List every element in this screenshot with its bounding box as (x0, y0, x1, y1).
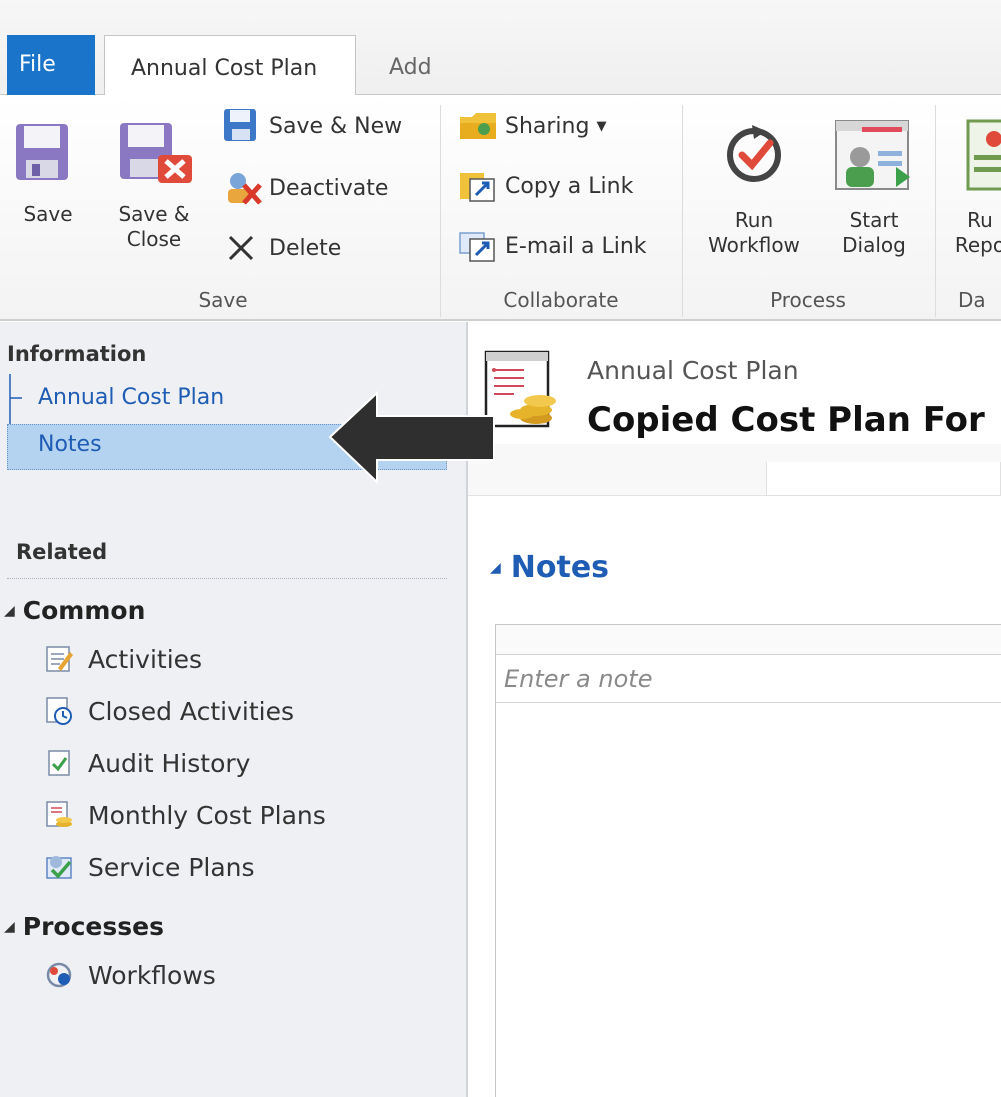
processes-section-label: Processes (22, 912, 164, 941)
nav-item-closed-activities[interactable]: Closed Activities (44, 696, 294, 726)
delete-icon (228, 235, 254, 261)
run-report-label-1: Ru (967, 208, 993, 232)
deactivate-button[interactable]: Deactivate (222, 169, 388, 207)
annotation-arrow-icon (328, 390, 495, 485)
save-close-label-1: Save & (118, 202, 190, 226)
activities-icon (46, 646, 73, 672)
run-workflow-button[interactable]: Run Workflow (692, 115, 816, 265)
save-icon (16, 124, 68, 180)
monthly-cost-plans-label: Monthly Cost Plans (88, 800, 326, 830)
sharing-icon (460, 113, 496, 139)
start-dialog-label-2: Dialog (842, 233, 906, 257)
save-new-label: Save & New (269, 113, 403, 139)
divider (7, 578, 447, 579)
delete-label: Delete (269, 235, 342, 261)
run-report-label-2: Repo (954, 233, 1001, 257)
closed-activities-icon (46, 697, 72, 725)
tab-add[interactable]: Add (389, 55, 432, 80)
email-link-icon (459, 232, 495, 262)
nav-item-service-plans[interactable]: Service Plans (44, 852, 255, 882)
delete-button[interactable]: Delete (222, 229, 341, 267)
service-plans-icon (46, 856, 72, 879)
collapse-triangle-icon: ◢ (4, 602, 15, 619)
ribbon: Save Save & Close Save & New Deactivate (0, 95, 1001, 321)
save-group-label: Save (198, 288, 248, 312)
notes-toolbar (496, 625, 1001, 655)
record-main-area: Annual Cost Plan Copied Cost Plan For ◢ … (468, 322, 1001, 1097)
save-button[interactable]: Save (8, 117, 88, 237)
workflows-label: Workflows (88, 960, 216, 990)
audit-history-icon (48, 750, 70, 776)
record-title: Copied Cost Plan For (587, 400, 985, 440)
tab-file[interactable]: File (7, 35, 95, 95)
copy-link-label: Copy a Link (505, 173, 634, 199)
start-dialog-icon (835, 120, 910, 190)
group-separator (682, 105, 683, 317)
email-link-button[interactable]: E-mail a Link (458, 229, 647, 263)
group-separator (935, 105, 936, 317)
nav-item-workflows[interactable]: Workflows (44, 960, 216, 990)
monthly-cost-plans-icon (46, 801, 72, 827)
save-close-icon (120, 123, 192, 183)
run-report-button[interactable]: Ru Repo (950, 115, 1001, 265)
run-workflow-icon (727, 125, 781, 182)
activities-label: Activities (88, 644, 203, 674)
run-report-icon (966, 119, 1001, 191)
save-new-icon (224, 109, 256, 141)
save-close-button[interactable]: Save & Close (106, 117, 202, 267)
chevron-down-icon: ▼ (596, 118, 607, 134)
group-separator (440, 105, 441, 317)
common-section-toggle[interactable]: ◢ Common (4, 596, 145, 625)
collapse-triangle-icon: ◢ (4, 918, 15, 935)
deactivate-icon (228, 173, 262, 205)
process-group-label: Process (770, 288, 846, 312)
start-dialog-label-1: Start (849, 208, 899, 232)
related-heading: Related (16, 540, 108, 564)
nav-item-monthly-cost-plans[interactable]: Monthly Cost Plans (44, 800, 326, 830)
copy-link-button[interactable]: Copy a Link (458, 169, 633, 203)
start-dialog-button[interactable]: Start Dialog (820, 115, 928, 265)
save-close-label-2: Close (126, 227, 182, 251)
email-link-label: E-mail a Link (505, 233, 647, 259)
collapse-triangle-icon: ◢ (490, 559, 501, 576)
tab-annual-cost-plan[interactable]: Annual Cost Plan (104, 35, 356, 96)
information-heading: Information (7, 342, 147, 366)
note-input[interactable] (496, 655, 1001, 703)
sharing-button[interactable]: Sharing ▼ (458, 109, 606, 143)
collaborate-group-label: Collaborate (503, 288, 619, 312)
record-header-field (766, 462, 1001, 496)
data-group-label: Da (958, 288, 986, 312)
workflows-icon (46, 962, 72, 988)
copy-link-icon (460, 173, 495, 202)
closed-activities-label: Closed Activities (88, 696, 294, 726)
audit-history-label: Audit History (88, 748, 251, 778)
run-workflow-label-2: Workflow (708, 233, 800, 257)
processes-section-toggle[interactable]: ◢ Processes (4, 912, 164, 941)
nav-link-notes[interactable]: Notes (38, 432, 102, 457)
record-entity-label: Annual Cost Plan (587, 356, 799, 385)
deactivate-label: Deactivate (269, 175, 389, 201)
run-workflow-label-1: Run (734, 208, 774, 232)
common-section-label: Common (22, 596, 146, 625)
service-plans-label: Service Plans (88, 852, 255, 882)
save-label: Save (23, 202, 73, 226)
notes-panel (495, 624, 1001, 1097)
notes-section-header[interactable]: ◢ Notes (490, 550, 609, 585)
nav-item-audit-history[interactable]: Audit History (44, 748, 250, 778)
sharing-label: Sharing (505, 113, 590, 139)
ribbon-tab-strip: File Annual Cost Plan Add (0, 0, 1001, 96)
save-new-button[interactable]: Save & New (222, 107, 402, 145)
nav-item-activities[interactable]: Activities (44, 644, 202, 674)
nav-link-annual-cost-plan[interactable]: Annual Cost Plan (38, 385, 224, 410)
notes-section-label: Notes (510, 550, 610, 585)
